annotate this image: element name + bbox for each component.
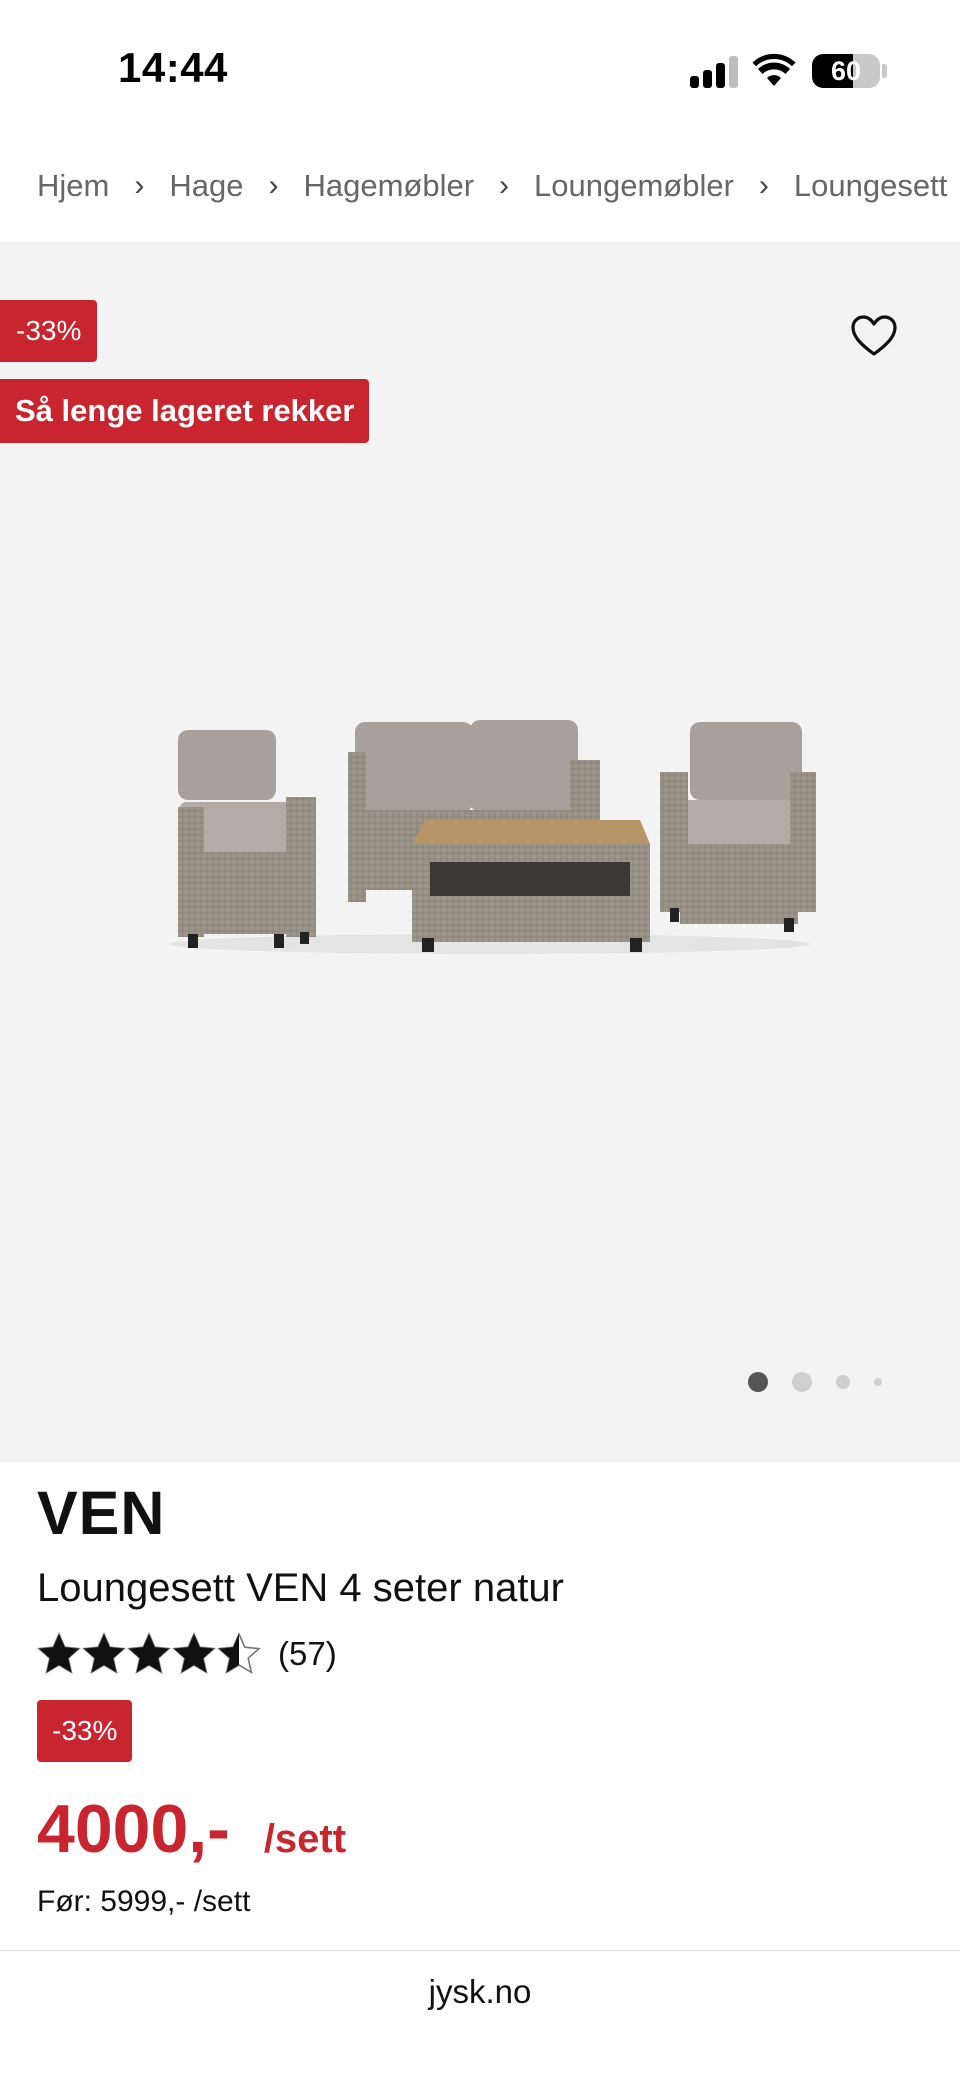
star-icon — [172, 1632, 216, 1675]
breadcrumb-chevron-icon: › — [758, 169, 769, 202]
breadcrumb-loungesett[interactable]: Loungesett — [794, 168, 947, 204]
rating-stars — [37, 1632, 262, 1676]
breadcrumb-hage[interactable]: Hage — [169, 168, 243, 204]
product-title: Loungesett VEN 4 seter natur — [37, 1566, 564, 1610]
product-image[interactable] — [150, 712, 830, 972]
star-icon — [82, 1632, 126, 1675]
heart-icon[interactable] — [850, 314, 898, 358]
product-brand: VEN — [37, 1479, 166, 1547]
browser-url-bar[interactable]: jysk.no — [0, 1950, 960, 2081]
breadcrumb-home[interactable]: Hjem — [37, 168, 109, 204]
breadcrumb-hagemobler[interactable]: Hagemøbler — [303, 168, 474, 204]
pagination-dot[interactable] — [836, 1375, 850, 1389]
wifi-icon — [752, 53, 796, 86]
breadcrumb-chevron-icon: › — [134, 169, 145, 202]
breadcrumb-chevron-icon: › — [499, 169, 510, 202]
pagination-dot[interactable] — [748, 1372, 768, 1392]
star-icon — [127, 1632, 171, 1675]
rating-count: (57) — [278, 1635, 337, 1672]
pagination-dot[interactable] — [792, 1372, 812, 1392]
battery-icon: 60 — [812, 54, 880, 88]
star-icon — [37, 1632, 81, 1675]
gallery-pagination — [748, 1370, 882, 1394]
pagination-dot[interactable] — [874, 1378, 882, 1386]
current-price: 4000,- — [37, 1791, 230, 1867]
old-price: Før: 5999,- /sett — [37, 1885, 251, 1918]
price-unit: /sett — [263, 1817, 347, 1861]
signal-icon — [690, 56, 738, 88]
status-time: 14:44 — [118, 44, 228, 91]
stock-badge: Så lenge lageret rekker — [0, 379, 370, 443]
right-armchair — [660, 722, 816, 932]
left-armchair — [178, 730, 316, 948]
discount-badge: -33% — [37, 1700, 133, 1762]
breadcrumb: Hjem › Hage › Hagemøbler › Loungemøbler … — [37, 162, 947, 210]
product-gallery[interactable]: -33% Så lenge lageret rekker — [0, 242, 960, 1462]
battery-cap — [882, 64, 887, 78]
price-row: 4000,- /sett — [37, 1790, 346, 1868]
battery-level: 60 — [830, 56, 862, 86]
coffee-table — [412, 820, 650, 952]
product-rating[interactable]: (57) — [37, 1630, 337, 1678]
url-text[interactable]: jysk.no — [0, 1973, 960, 2011]
star-icon — [217, 1632, 261, 1675]
breadcrumb-chevron-icon: › — [268, 169, 279, 202]
breadcrumb-loungemobler[interactable]: Loungemøbler — [534, 168, 734, 204]
status-bar: 14:44 60 — [0, 0, 960, 140]
gallery-discount-badge: -33% — [0, 300, 98, 362]
